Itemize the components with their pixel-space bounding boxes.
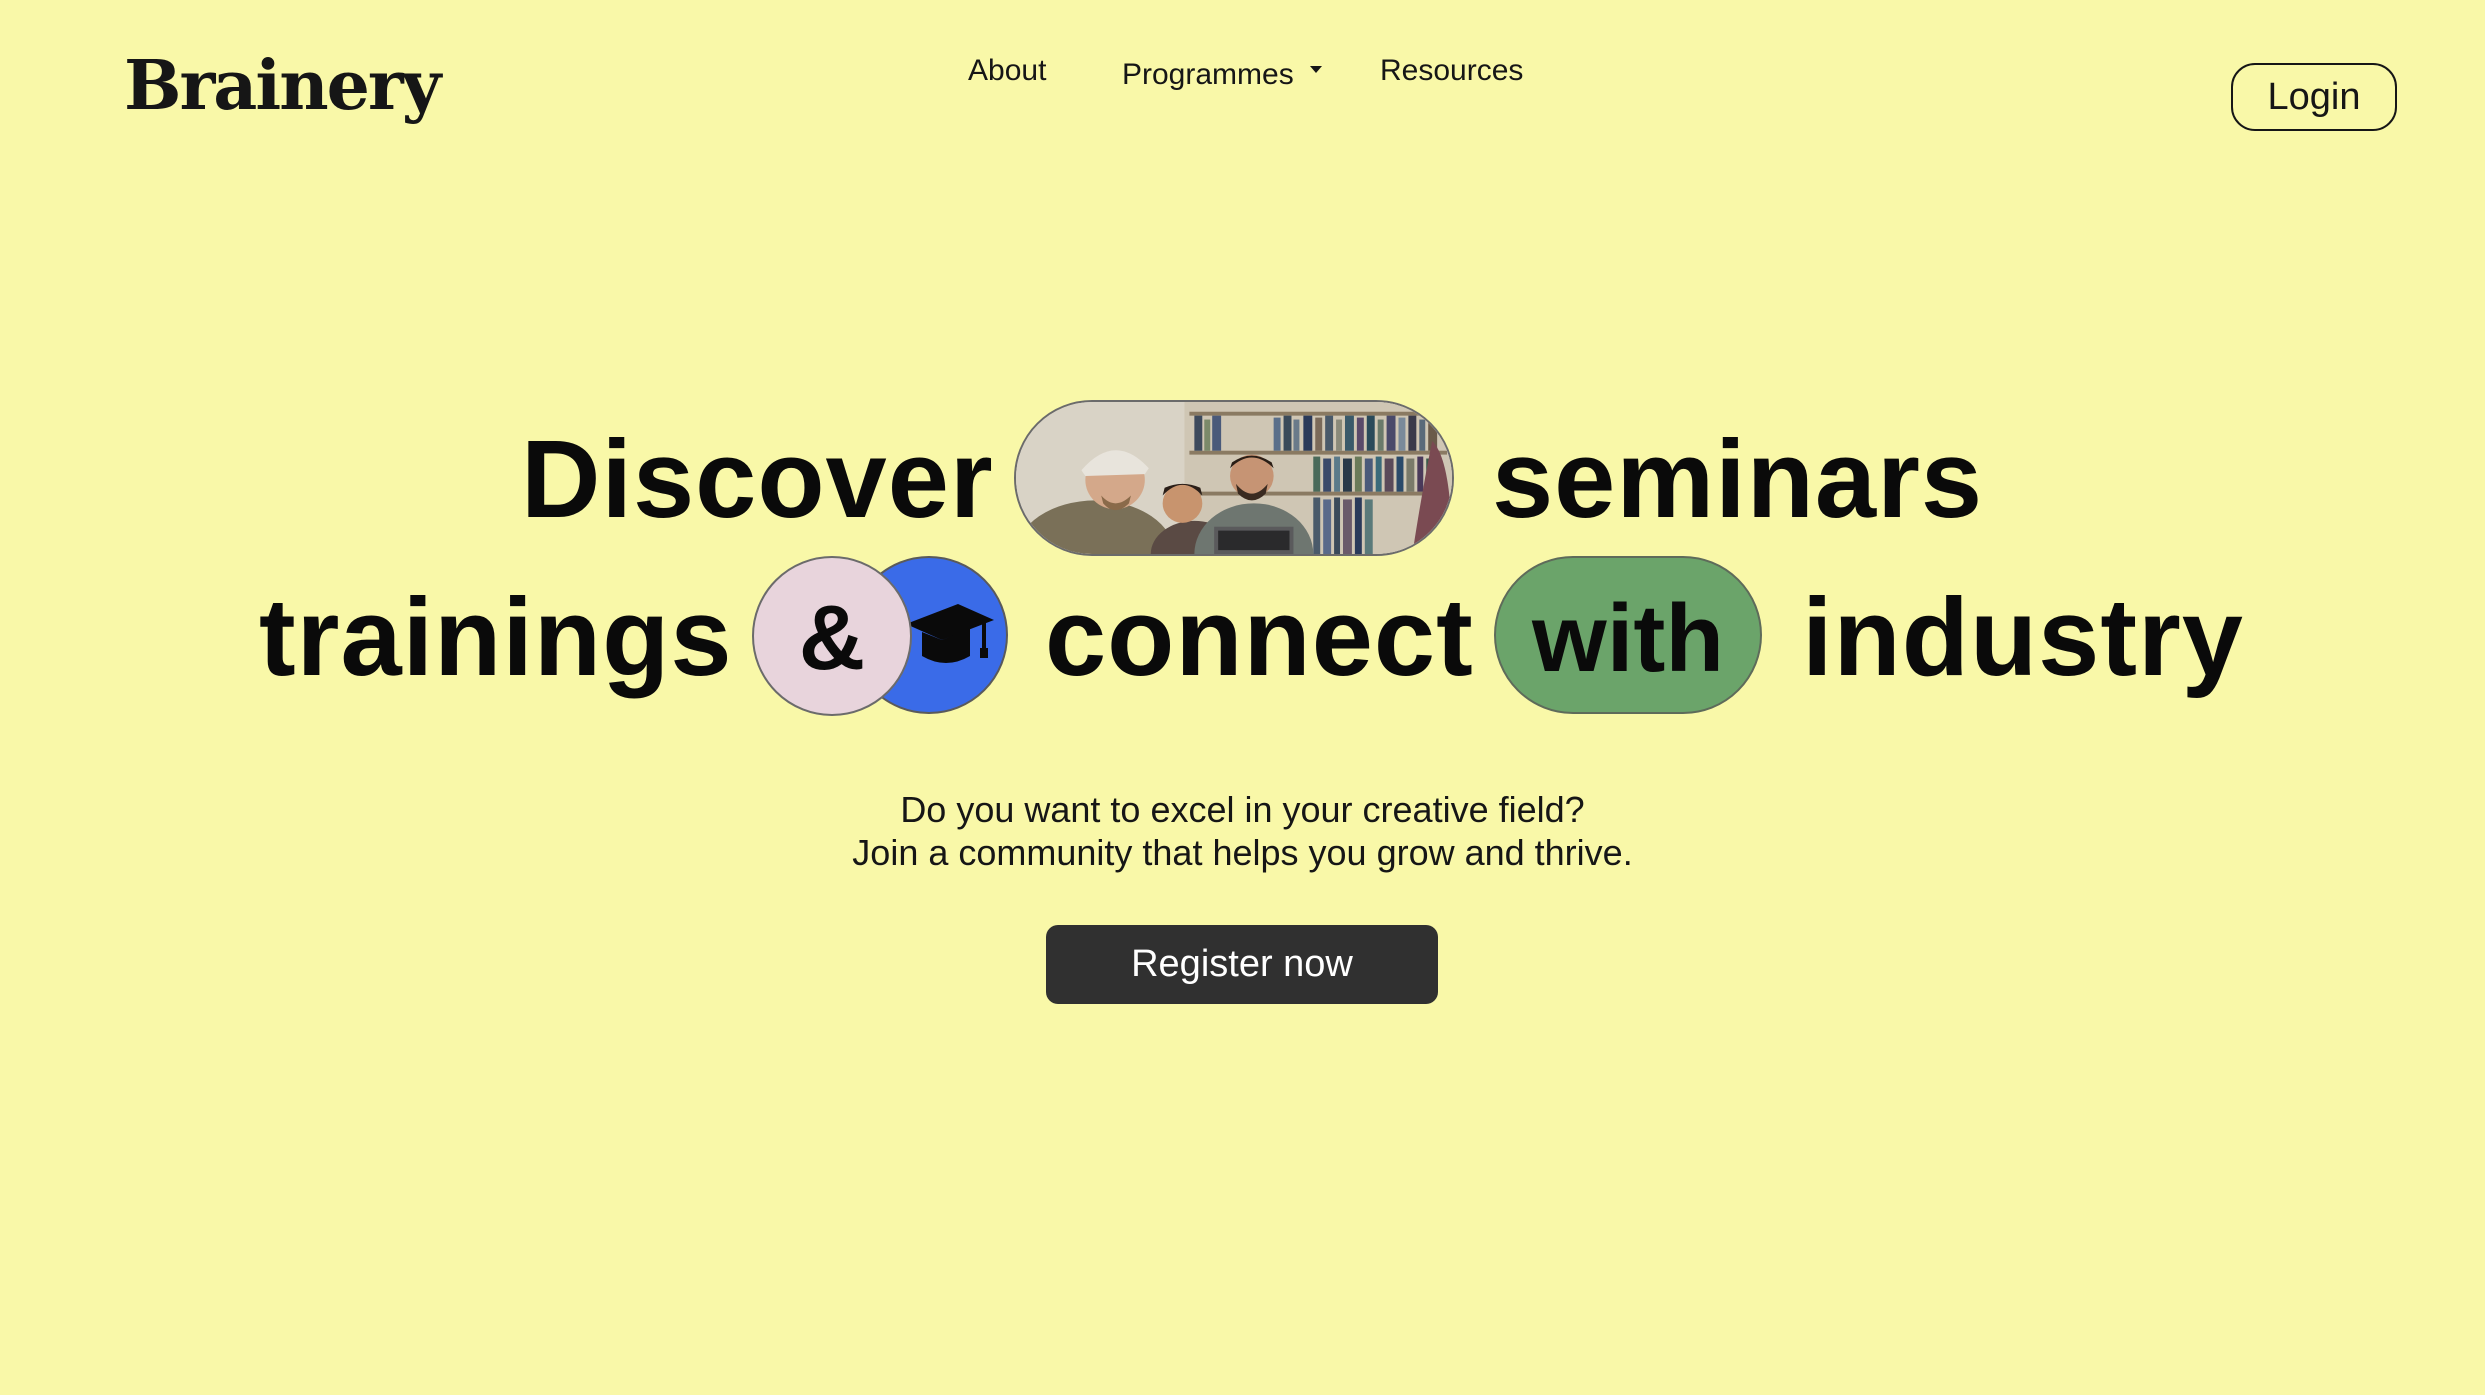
hero-word-discover: Discover	[521, 418, 994, 541]
nav-programmes-dropdown[interactable]: Programmes	[1122, 60, 1322, 90]
hero-word-connect: connect	[1045, 576, 1474, 699]
brand-logo[interactable]: Brainery	[124, 52, 441, 120]
hero-word-seminars: seminars	[1492, 418, 1984, 541]
hero-photo	[1014, 400, 1454, 556]
chevron-down-icon	[1309, 65, 1322, 73]
nav-about-link[interactable]: About	[968, 56, 1046, 86]
with-pill-text: with	[1532, 585, 1724, 692]
with-pill-badge: with	[1494, 556, 1762, 714]
hero-word-trainings: trainings	[259, 576, 733, 699]
nav-resources-link[interactable]: Resources	[1380, 56, 1523, 86]
ampersand-badge: &	[752, 556, 912, 716]
graduation-cap-icon	[906, 604, 994, 663]
hero-subtitle-line2: Join a community that helps you grow and…	[852, 832, 1633, 873]
nav-programmes-label: Programmes	[1122, 58, 1294, 91]
hero-word-industry: industry	[1802, 576, 2244, 699]
register-now-button[interactable]: Register now	[1046, 925, 1438, 1004]
ampersand-text: &	[798, 587, 866, 689]
login-button[interactable]: Login	[2231, 63, 2397, 131]
hero-subtitle-line1: Do you want to excel in your creative fi…	[900, 789, 1585, 830]
